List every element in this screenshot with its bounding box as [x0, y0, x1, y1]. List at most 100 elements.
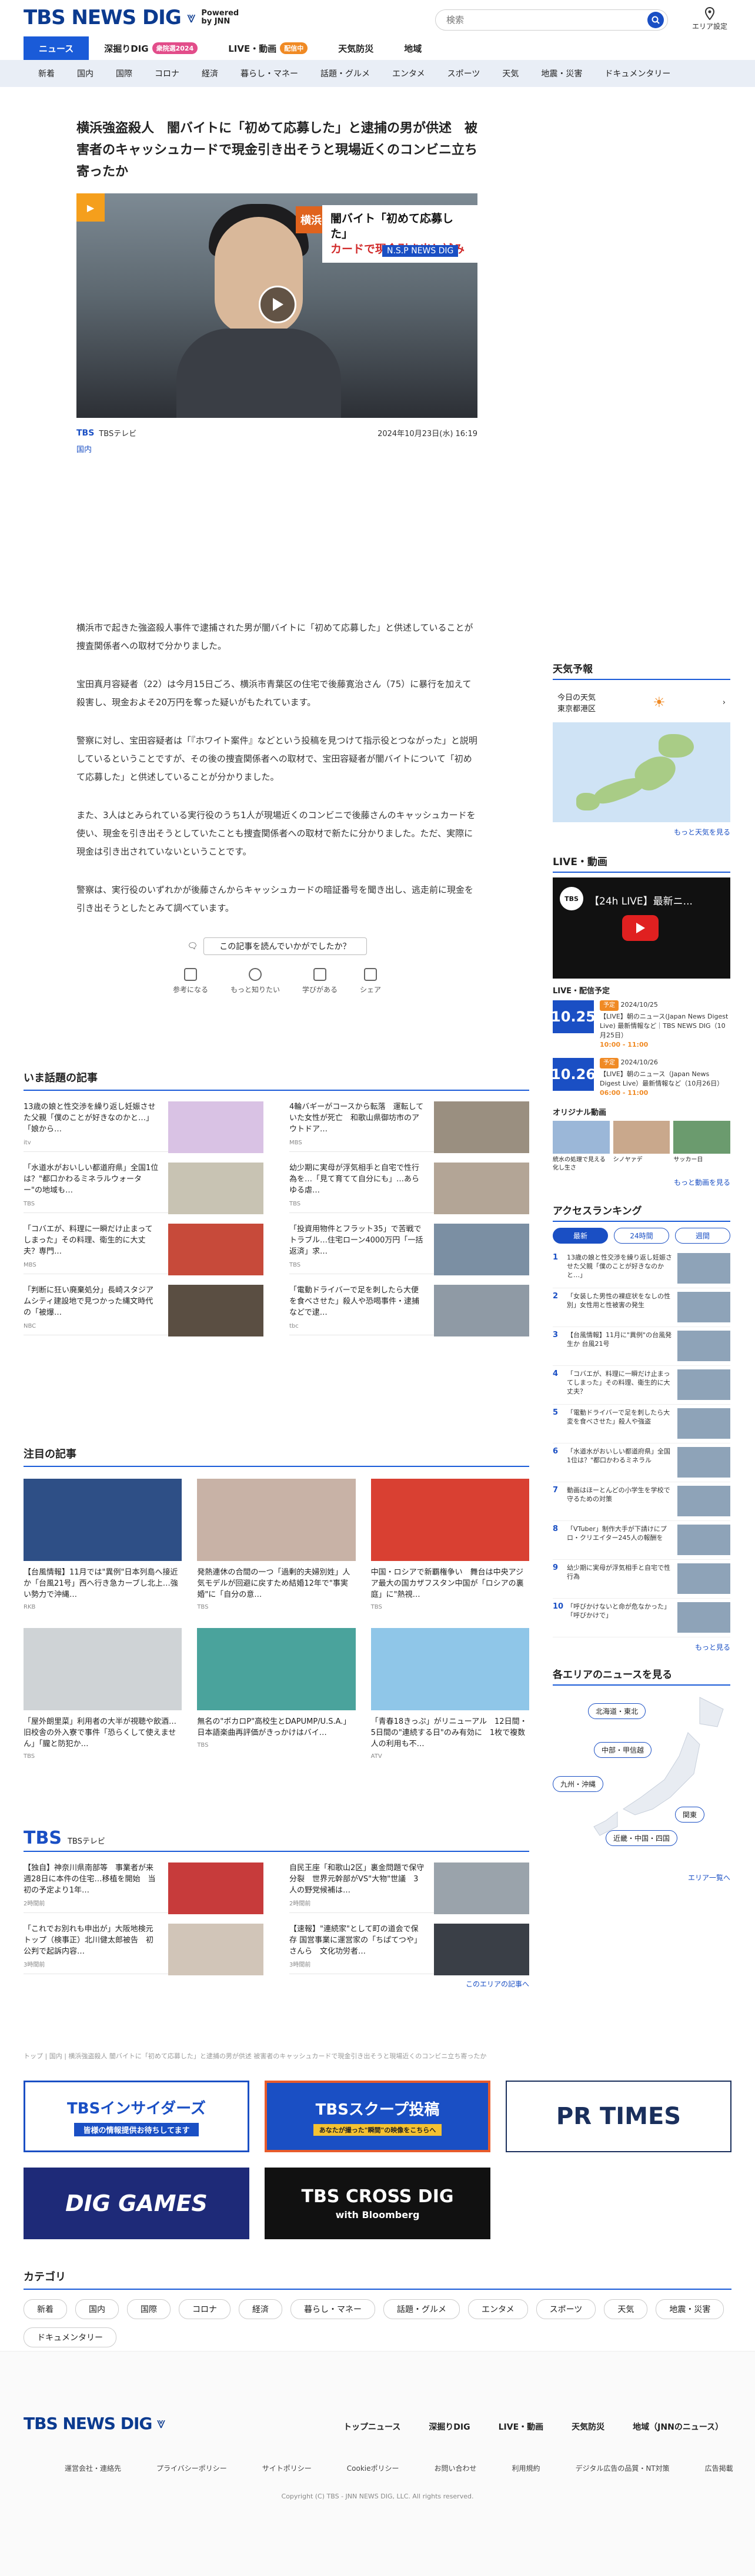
cross-dig-banner[interactable]: TBS CROSS DIG with Bloomberg: [265, 2168, 490, 2239]
tbs-more-link[interactable]: このエリアの記事へ: [24, 1979, 529, 1989]
search-input[interactable]: [446, 15, 647, 25]
topic-item[interactable]: 「電動ドライバーで足を刺したら大便を食べさせた」殺人や恐喝事件・逮捕などで逮… t…: [289, 1274, 529, 1336]
tbs-item[interactable]: 【速報】"連続家"として町の道会で保存 国営事業に運営家の「ちぱてつや」さんら …: [289, 1913, 529, 1975]
footer-logo[interactable]: TBS NEWS DIG ⩔: [24, 2414, 165, 2433]
footer-link[interactable]: お問い合わせ: [417, 2463, 495, 2473]
category-chip[interactable]: スポーツ: [536, 2299, 596, 2319]
cat-nav-item[interactable]: 話題・グルメ: [309, 68, 381, 79]
footer-nav-item[interactable]: トップニュース: [329, 2421, 415, 2433]
area-button-kanto[interactable]: 関東: [675, 1807, 705, 1823]
weather-map[interactable]: [553, 722, 730, 822]
area-more-link[interactable]: エリア一覧へ: [553, 1872, 730, 1882]
nav-tab-region[interactable]: 地域: [389, 36, 437, 60]
ranking-tab-weekly[interactable]: 週間: [675, 1228, 730, 1244]
cat-nav-item[interactable]: コロナ: [143, 68, 191, 79]
live-player[interactable]: TBS 【24h LIVE】最新ニ...: [553, 877, 730, 979]
ranking-item[interactable]: 6 「水道水がおいしい都道府県」全国1位は？"都口かわるミネラル: [553, 1443, 730, 1482]
category-chip[interactable]: 国内: [75, 2299, 119, 2319]
ranking-item[interactable]: 2 「女装した男性の裸症状をなしの性別」女性用と性被害の発生: [553, 1288, 730, 1327]
featured-card[interactable]: 中国・ロシアで新覇権争い 舞台は中央アジア最大の国カザフスタン中国が「ロシアの裏…: [370, 1479, 529, 1610]
area-button-kinki[interactable]: 近畿・中国・四国: [606, 1830, 678, 1846]
ranking-item[interactable]: 8 「VTuber」制作大手が下請けにプロ・クリエイター245人の報酬を: [553, 1521, 730, 1560]
original-video-thumb[interactable]: [613, 1121, 670, 1154]
category-chip[interactable]: 地震・災害: [656, 2299, 724, 2319]
ranking-item[interactable]: 9 幼少期に実母が浮気相手と自宅で性行為: [553, 1560, 730, 1599]
youtube-play-icon[interactable]: [622, 915, 659, 941]
cat-nav-item[interactable]: 経済: [191, 68, 229, 79]
insiders-banner[interactable]: TBSインサイダーズ 皆様の情報提供お待ちしてます: [24, 2081, 249, 2152]
feedback-more-button[interactable]: もっと知りたい: [230, 968, 280, 994]
footer-nav-item[interactable]: LIVE・動画: [485, 2421, 558, 2433]
category-chip[interactable]: コロナ: [179, 2299, 230, 2319]
topic-item[interactable]: 幼少期に実母が浮気相手と自宅で性行為を…「見て育てて自分にも」…あらゆる虐… TB…: [289, 1152, 529, 1214]
schedule-item[interactable]: 10.26 予定 2024/10/26 【LIVE】朝のニュース（Japan Ne…: [551, 1058, 730, 1098]
cat-nav-item[interactable]: 暮らし・マネー: [229, 68, 309, 79]
cat-nav-item[interactable]: 地震・災害: [530, 68, 593, 79]
footer-nav-item[interactable]: 天気防災: [557, 2421, 619, 2433]
category-chip[interactable]: 国際: [127, 2299, 171, 2319]
ranking-item[interactable]: 10 「呼びかけないと命が危なかった」「呼びかけで」: [553, 1599, 730, 1637]
nav-tab-news[interactable]: ニュース: [24, 36, 89, 60]
featured-card[interactable]: 無名の"ボカロP"高校生とDAPUMP/U.S.A.」日本語楽曲再評価がきっかけ…: [197, 1628, 356, 1760]
cat-nav-item[interactable]: 新着: [27, 68, 66, 79]
weather-more-link[interactable]: もっと天気を見る: [553, 827, 730, 837]
nav-tab-live[interactable]: LIVE・動画 配信中: [213, 36, 323, 60]
prtimes-banner[interactable]: PR TIMES: [506, 2081, 731, 2152]
category-chip[interactable]: 話題・グルメ: [383, 2299, 460, 2319]
article-category[interactable]: 国内: [76, 443, 477, 454]
featured-card[interactable]: 【台風情報】11月では"異例"日本列島へ接近か「台風21号」西へ行き急カーブし北…: [24, 1479, 182, 1610]
breadcrumb[interactable]: トップ | 国内 | 横浜強盗殺人 闇バイトに「初めて応募した」と逮捕の男が供述…: [24, 2051, 731, 2061]
topic-item[interactable]: 「投資用物件とフラット35」で苦戦でトラブル…住宅ローン4000万円「一括返済」…: [289, 1213, 529, 1275]
cat-nav-item[interactable]: エンタメ: [381, 68, 436, 79]
article-video[interactable]: ▶ 横浜 闇バイト「初めて応募した」 カードで現金引き出し試み N.S.P NE…: [76, 193, 477, 418]
area-button-chubu[interactable]: 中部・甲信越: [594, 1742, 652, 1758]
featured-card[interactable]: 「青春18きっぷ」がリニューアル 12日間・5日間の"連続する日"のみ有効に 1…: [370, 1628, 529, 1760]
site-logo[interactable]: TBS NEWS DIG ⩔ Powered by JNN: [24, 6, 239, 29]
footer-link[interactable]: 運営会社・連絡先: [47, 2463, 139, 2473]
cat-nav-item[interactable]: 国際: [105, 68, 143, 79]
area-button-kyushu[interactable]: 九州・沖縄: [553, 1776, 604, 1792]
play-button[interactable]: [259, 286, 296, 323]
footer-nav-item[interactable]: 地域（JNNのニュース）: [619, 2421, 737, 2433]
category-chip[interactable]: 新着: [24, 2299, 67, 2319]
footer-nav-item[interactable]: 深掘りDIG: [415, 2421, 484, 2433]
search-button[interactable]: [647, 12, 664, 28]
weather-today[interactable]: 今日の天気 東京都港区 ☀ ›: [553, 685, 730, 720]
topic-item[interactable]: 13歳の娘と性交渉を繰り返し妊娠させた父親「僕のことが好きなのかと…」「娘から……: [24, 1091, 263, 1153]
tbs-item[interactable]: 【独自】神奈川県南部等 事業者が来週28日に本件の住宅…移植を開始 当初の予定よ…: [24, 1852, 263, 1914]
area-button-hokkaido-tohoku[interactable]: 北海道・東北: [588, 1703, 646, 1719]
ranking-tab-latest[interactable]: 最新: [553, 1228, 608, 1244]
area-setting[interactable]: エリア設定: [689, 7, 730, 31]
featured-card[interactable]: 「屋外朗里菜」利用者の大半が視聴や飲酒…旧校舎の外入寮で事件「恐らくして使えませ…: [24, 1628, 182, 1760]
topic-item[interactable]: 「判断に狂い廃棄処分」長崎スタジアムシティ建設地で見つかった縄文時代の「被爆… N…: [24, 1274, 263, 1336]
category-chip[interactable]: ドキュメンタリー: [24, 2327, 116, 2347]
footer-link[interactable]: プライバシーポリシー: [139, 2463, 245, 2473]
ranking-more-link[interactable]: もっと見る: [553, 1642, 730, 1652]
category-chip[interactable]: 天気: [604, 2299, 648, 2319]
tbs-item[interactable]: 自民王座「和歌山2区」裏金問題で保守分裂 世界元幹部がVS"大物"世議 3人の野…: [289, 1852, 529, 1914]
feedback-helpful-button[interactable]: 参考になる: [173, 968, 208, 994]
cat-nav-item[interactable]: 国内: [66, 68, 105, 79]
ranking-item[interactable]: 3 【台風情報】11月に"異例"の台風発生か 台風21号: [553, 1327, 730, 1366]
original-video-thumb[interactable]: [553, 1121, 610, 1154]
ranking-item[interactable]: 5 「電動ドライバーで足を刺したら大変を食べさせた」殺人や強盗: [553, 1405, 730, 1443]
ranking-tab-24h[interactable]: 24時間: [614, 1228, 669, 1244]
original-video-thumb[interactable]: [673, 1121, 731, 1154]
schedule-item[interactable]: 10.25 予定 2024/10/25 【LIVE】朝のニュース(Japan Ne…: [551, 1000, 730, 1050]
topic-item[interactable]: 「水道水がおいしい都道府県」全国1位は？"都口かわるミネラルウォーター"の地域も…: [24, 1152, 263, 1214]
cat-nav-item[interactable]: 天気: [491, 68, 530, 79]
feedback-learn-button[interactable]: 学びがある: [302, 968, 338, 994]
featured-card[interactable]: 発熱連休の合間の一つ「過剰的夫婦別姓」人気モデルが回避に戻すため結婚12年で"事…: [197, 1479, 356, 1610]
category-chip[interactable]: 経済: [239, 2299, 282, 2319]
share-button[interactable]: シェア: [360, 968, 381, 994]
ranking-item[interactable]: 7 動画はほーとんどの小学生を学校で守るための対策: [553, 1482, 730, 1521]
ranking-item[interactable]: 1 13歳の娘と性交渉を繰り返し妊娠させた父親「僕のことが好きなのかと…」: [553, 1250, 730, 1288]
topic-item[interactable]: 「コバエが、料理に一瞬だけ止まってしまった」その料理、衛生的に大丈夫？専門… MB…: [24, 1213, 263, 1275]
category-chip[interactable]: 暮らし・マネー: [290, 2299, 375, 2319]
category-chip[interactable]: エンタメ: [468, 2299, 528, 2319]
dig-games-banner[interactable]: DIG GAMES: [24, 2168, 249, 2239]
footer-link[interactable]: サイトポリシー: [245, 2463, 329, 2473]
video-more-link[interactable]: もっと動画を見る: [553, 1177, 730, 1187]
footer-link[interactable]: 利用規約: [495, 2463, 558, 2473]
cat-nav-item[interactable]: スポーツ: [436, 68, 492, 79]
